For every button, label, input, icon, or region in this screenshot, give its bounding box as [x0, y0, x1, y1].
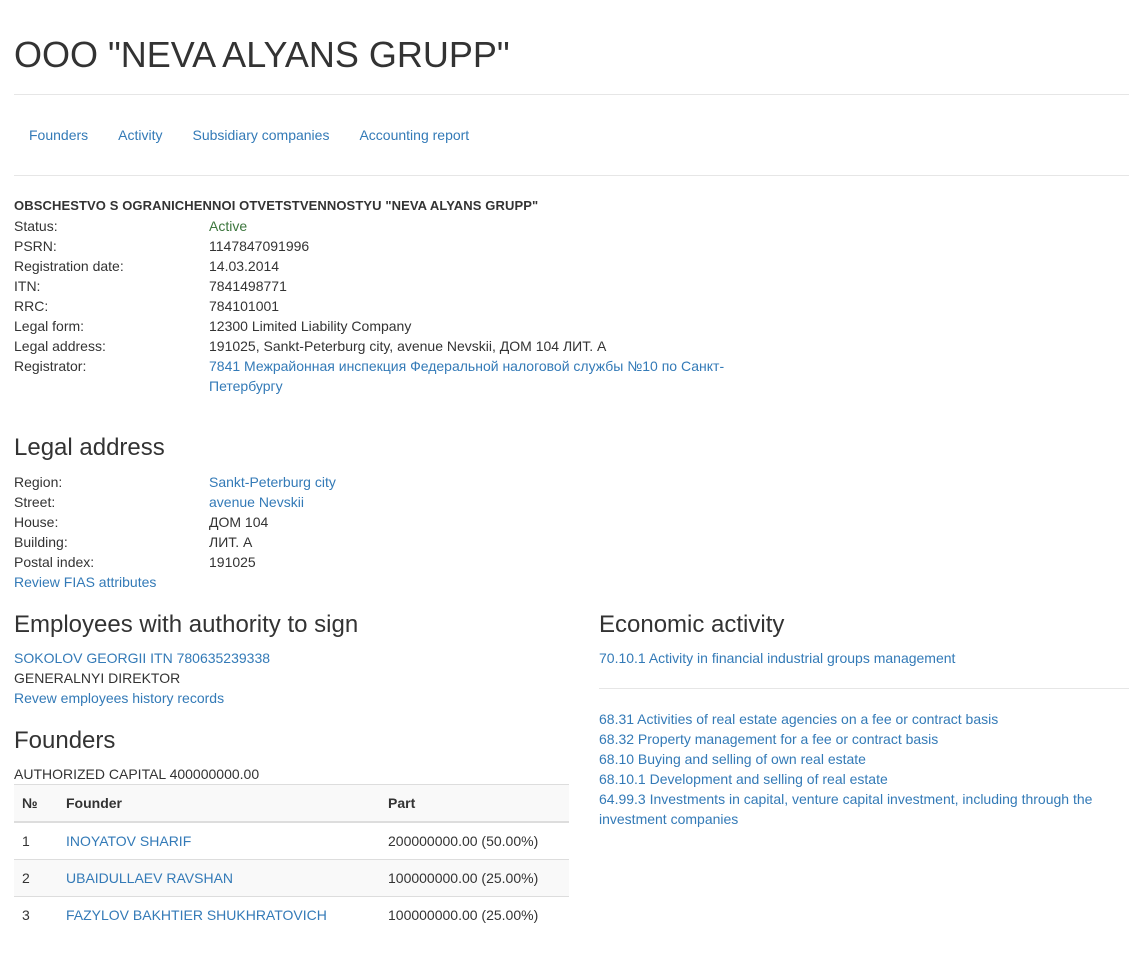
postal-index-value: 191025: [209, 554, 256, 570]
activity-link[interactable]: 68.10 Buying and selling of own real est…: [599, 751, 866, 767]
company-info: Status: Active PSRN: 1147847091996 Regis…: [14, 216, 754, 396]
row-number: 1: [14, 821, 58, 860]
psrn-label: PSRN:: [14, 238, 57, 254]
title-divider: [14, 94, 1129, 95]
activity-link[interactable]: 68.10.1 Development and selling of real …: [599, 771, 888, 787]
status-label: Status:: [14, 218, 58, 234]
registration-date-label: Registration date:: [14, 258, 124, 274]
founders-heading: Founders: [14, 727, 116, 754]
founder-link[interactable]: FAZYLOV BAKHTIER SHUKHRATOVICH: [66, 907, 327, 923]
itn-label: ITN:: [14, 278, 41, 294]
table-row: 2 UBAIDULLAEV RAVSHAN 100000000.00 (25.0…: [14, 859, 569, 897]
founder-link[interactable]: INOYATOV SHARIF: [66, 833, 191, 849]
activity-link[interactable]: 68.31 Activities of real estate agencies…: [599, 711, 998, 727]
region-link[interactable]: Sankt-Peterburg city: [209, 472, 574, 492]
rrc-label: RRC:: [14, 298, 49, 314]
itn-value: 7841498771: [209, 278, 287, 294]
address-row-house: House: ДОМ 104: [14, 512, 574, 532]
company-full-name: OBSCHESTVO S OGRANICHENNOI OTVETSTVENNOS…: [14, 198, 539, 213]
header-part: Part: [380, 784, 569, 823]
header-number: №: [14, 784, 58, 823]
info-row-rrc: RRC: 784101001: [14, 296, 754, 316]
legal-address-section: Legal address: [14, 433, 165, 463]
postal-index-label: Postal index:: [14, 554, 95, 570]
founder-part: 200000000.00 (50.00%): [380, 821, 569, 860]
house-value: ДОМ 104: [209, 514, 269, 530]
info-row-status: Status: Active: [14, 216, 754, 236]
info-row-legal-address: Legal address: 191025, Sankt-Peterburg c…: [14, 336, 754, 356]
legal-address-value: 191025, Sankt-Peterburg city, avenue Nev…: [209, 338, 607, 354]
legal-form-value: 12300 Limited Liability Company: [209, 318, 412, 334]
employees-list: SOKOLOV GEORGII ITN 780635239338 GENERAL…: [14, 648, 270, 708]
economic-activity-heading: Economic activity: [599, 611, 785, 638]
nav-founders[interactable]: Founders: [14, 126, 103, 144]
fias-attributes-link[interactable]: Review FIAS attributes: [14, 574, 156, 590]
address-row-building: Building: ЛИТ. А: [14, 532, 574, 552]
info-row-psrn: PSRN: 1147847091996: [14, 236, 754, 256]
nav-divider: [14, 175, 1129, 176]
economic-activity-section: Economic activity: [599, 610, 784, 640]
additional-activities: 68.31 Activities of real estate agencies…: [599, 709, 1119, 829]
street-link[interactable]: avenue Nevskii: [209, 492, 574, 512]
header-founder: Founder: [58, 784, 380, 823]
section-nav: Founders Activity Subsidiary companies A…: [14, 126, 484, 144]
employees-heading: Employees with authority to sign: [14, 611, 359, 638]
registrator-label: Registrator:: [14, 358, 87, 374]
row-number: 2: [14, 859, 58, 897]
address-row-region: Region: Sankt-Peterburg city: [14, 472, 574, 492]
main-activity: 70.10.1 Activity in financial industrial…: [599, 648, 955, 668]
activity-divider: [599, 688, 1129, 689]
main-activity-link[interactable]: 70.10.1 Activity in financial industrial…: [599, 650, 955, 666]
registrator-link[interactable]: 7841 Межрайонная инспекция Федеральной н…: [209, 356, 739, 396]
info-row-legal-form: Legal form: 12300 Limited Liability Comp…: [14, 316, 754, 336]
status-value: Active: [209, 218, 248, 234]
house-label: House:: [14, 514, 59, 530]
street-label: Street:: [14, 494, 56, 510]
legal-address-details: Region: Sankt-Peterburg city Street: ave…: [14, 472, 574, 592]
employees-history-link[interactable]: Revew employees history records: [14, 690, 224, 706]
info-row-itn: ITN: 7841498771: [14, 276, 754, 296]
table-row: 3 FAZYLOV BAKHTIER SHUKHRATOVICH 1000000…: [14, 896, 569, 933]
psrn-value: 1147847091996: [209, 238, 310, 254]
employees-section: Employees with authority to sign: [14, 610, 358, 640]
region-label: Region:: [14, 474, 63, 490]
building-label: Building:: [14, 534, 68, 550]
founders-section: Founders: [14, 726, 115, 756]
legal-address-heading: Legal address: [14, 434, 165, 461]
nav-accounting-report[interactable]: Accounting report: [344, 126, 484, 144]
authorized-capital: AUTHORIZED CAPITAL 400000000.00: [14, 766, 260, 782]
activity-link[interactable]: 64.99.3 Investments in capital, venture …: [599, 791, 1092, 827]
legal-address-label: Legal address:: [14, 338, 106, 354]
building-value: ЛИТ. А: [209, 534, 253, 550]
info-row-registration-date: Registration date: 14.03.2014: [14, 256, 754, 276]
page-title: OOO "NEVA ALYANS GRUPP": [14, 34, 510, 75]
rrc-value: 784101001: [209, 298, 280, 314]
founder-part: 100000000.00 (25.00%): [380, 896, 569, 933]
address-row-street: Street: avenue Nevskii: [14, 492, 574, 512]
table-row: 1 INOYATOV SHARIF 200000000.00 (50.00%): [14, 821, 569, 860]
nav-subsidiary-companies[interactable]: Subsidiary companies: [178, 126, 345, 144]
registration-date-value: 14.03.2014: [209, 258, 280, 274]
activity-link[interactable]: 68.32 Property management for a fee or c…: [599, 731, 938, 747]
founders-table-header: № Founder Part: [14, 784, 569, 823]
founder-part: 100000000.00 (25.00%): [380, 859, 569, 897]
row-number: 3: [14, 896, 58, 933]
founders-table: № Founder Part 1 INOYATOV SHARIF 2000000…: [14, 784, 569, 933]
nav-activity[interactable]: Activity: [103, 126, 177, 144]
info-row-registrator: Registrator: 7841 Межрайонная инспекция …: [14, 356, 754, 396]
employee-position: GENERALNYI DIREKTOR: [14, 670, 181, 686]
address-row-postal-index: Postal index: 191025: [14, 552, 574, 572]
founder-link[interactable]: UBAIDULLAEV RAVSHAN: [66, 870, 233, 886]
employee-link[interactable]: SOKOLOV GEORGII ITN 780635239338: [14, 650, 270, 666]
legal-form-label: Legal form:: [14, 318, 85, 334]
